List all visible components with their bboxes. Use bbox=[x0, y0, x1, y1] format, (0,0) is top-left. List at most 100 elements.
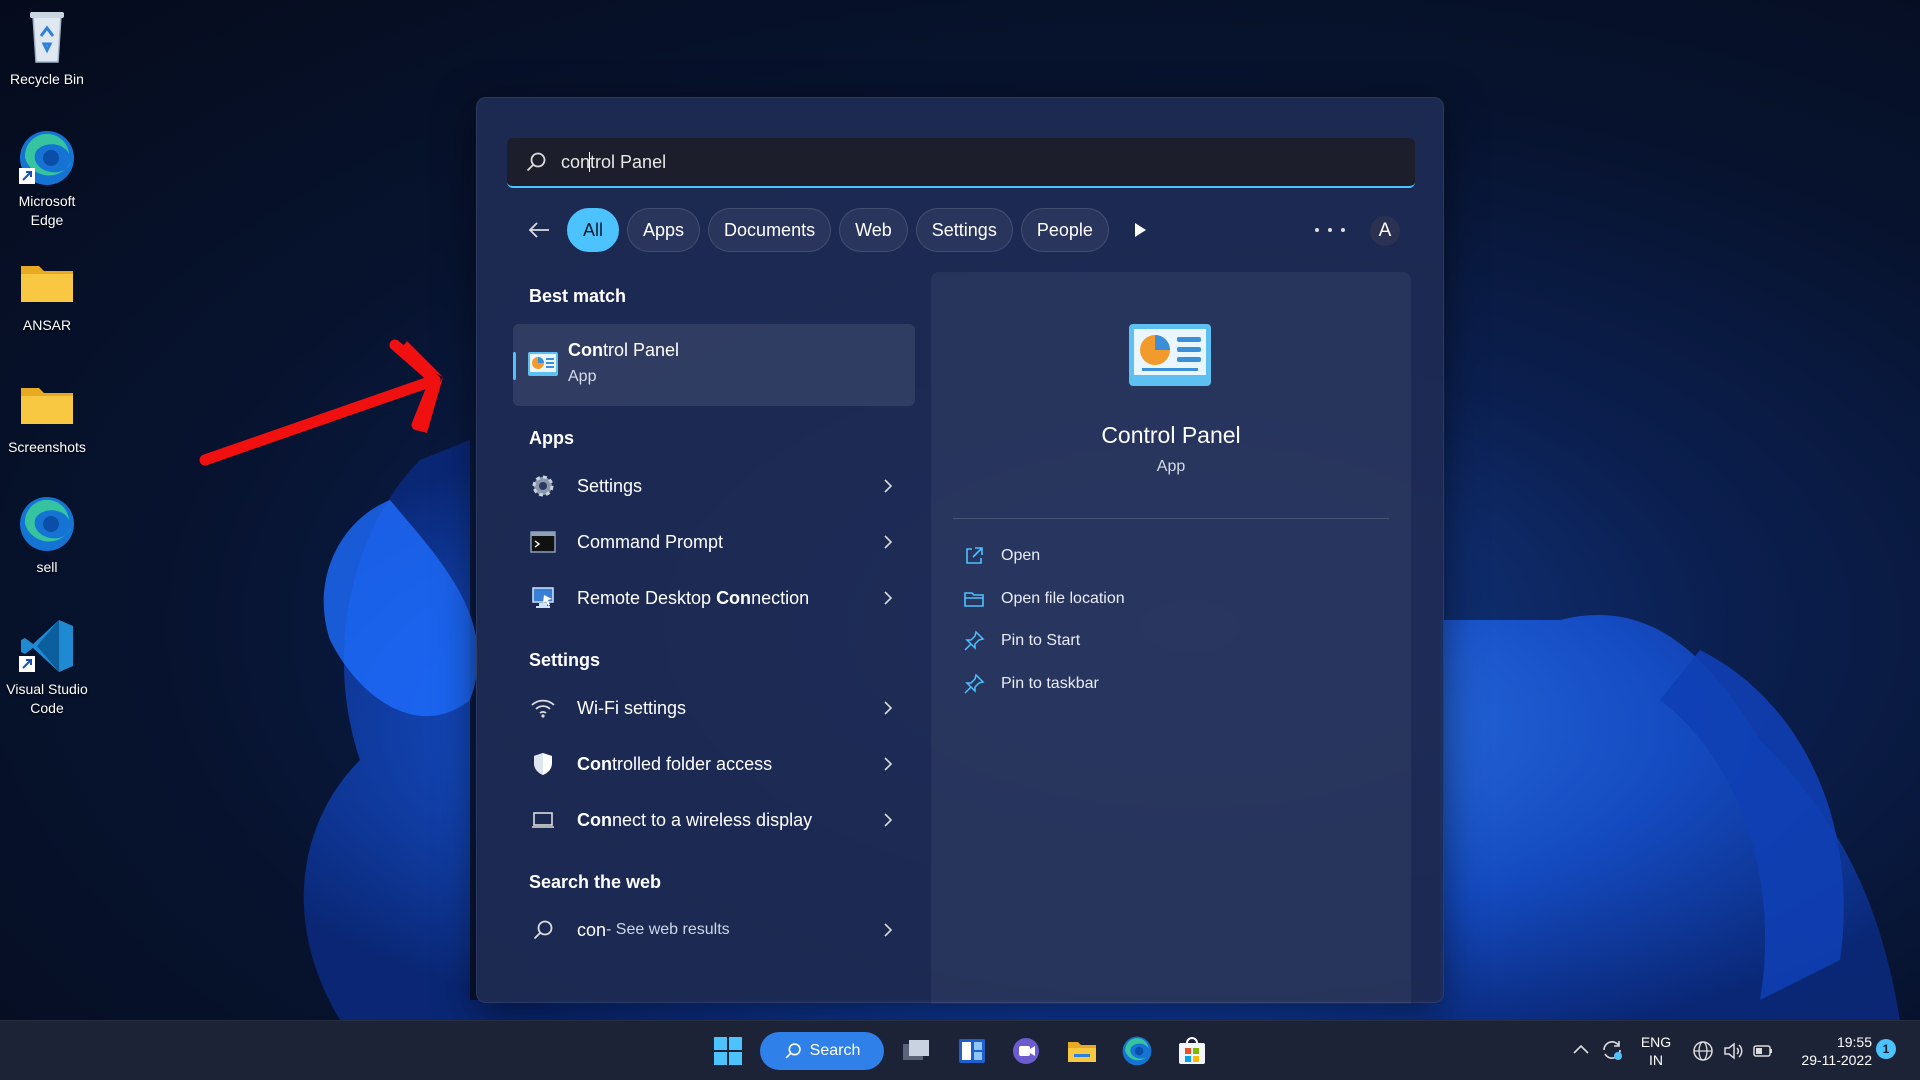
display-icon bbox=[529, 806, 557, 834]
language-code: ENG bbox=[1640, 1034, 1672, 1050]
clock-date: 29-11-2022 bbox=[1801, 1052, 1872, 1068]
region-code: IN bbox=[1649, 1052, 1663, 1068]
filter-chip-web[interactable]: Web bbox=[839, 208, 908, 252]
result-label: Command Prompt bbox=[577, 531, 724, 552]
search-query-start: con bbox=[561, 151, 591, 172]
result-setting-wireless-display[interactable]: Connect to a wireless display bbox=[513, 796, 913, 844]
folder-icon bbox=[17, 252, 77, 312]
action-label: Open bbox=[1001, 547, 1041, 564]
best-match-name: Control Panel bbox=[568, 340, 680, 360]
desktop-icon-label: Microsoft Edge bbox=[18, 193, 76, 228]
preview-subtitle: App bbox=[1156, 458, 1186, 475]
desktop-icon-microsoft-edge[interactable]: Microsoft Edge bbox=[4, 128, 90, 230]
sync-icon[interactable] bbox=[1600, 1038, 1624, 1062]
recycle-bin-icon bbox=[17, 6, 77, 66]
search-icon bbox=[529, 916, 557, 944]
filter-bar: All Apps Documents Web Settings People bbox=[525, 208, 1155, 252]
volume-icon[interactable] bbox=[1722, 1040, 1744, 1062]
taskbar: Search ENG IN 19:55 29-11-2022 bbox=[0, 1020, 1920, 1080]
desktop-icon-label: Recycle Bin bbox=[10, 71, 84, 87]
result-app-settings[interactable]: Settings bbox=[513, 462, 913, 510]
pin-icon bbox=[964, 630, 985, 651]
vscode-icon bbox=[17, 616, 77, 676]
file-explorer-icon[interactable] bbox=[1066, 1035, 1098, 1067]
edge-icon bbox=[17, 128, 77, 188]
desktop-icon-recycle-bin[interactable]: Recycle Bin bbox=[4, 6, 90, 89]
chevron-right-icon bbox=[884, 479, 893, 493]
taskbar-search-button[interactable]: Search bbox=[760, 1032, 884, 1070]
edge-icon bbox=[17, 494, 77, 554]
result-label: Remote Desktop Connection bbox=[577, 587, 810, 608]
section-title-apps: Apps bbox=[529, 428, 574, 448]
action-open[interactable]: Open bbox=[963, 542, 1040, 570]
folder-icon bbox=[17, 374, 77, 434]
chevron-right-icon bbox=[884, 701, 893, 715]
result-label: Settings bbox=[577, 475, 643, 496]
shield-icon bbox=[529, 750, 557, 778]
microsoft-store-icon[interactable] bbox=[1176, 1035, 1208, 1067]
taskbar-search-label: Search bbox=[809, 1042, 861, 1059]
start-button-icon[interactable] bbox=[712, 1035, 744, 1067]
chevron-right-icon bbox=[884, 757, 893, 771]
result-web-search[interactable]: con - See web results bbox=[513, 906, 913, 954]
action-open-file-location[interactable]: Open file location bbox=[963, 585, 1125, 613]
result-label: Wi-Fi settings bbox=[577, 697, 687, 718]
widgets-icon[interactable] bbox=[956, 1035, 988, 1067]
desktop-icon-label: ANSAR bbox=[22, 317, 72, 333]
annotation-arrow-icon bbox=[199, 339, 443, 466]
chat-icon[interactable] bbox=[1010, 1035, 1042, 1067]
result-setting-controlled-folder-access[interactable]: Controlled folder access bbox=[513, 740, 913, 788]
clock[interactable]: 19:55 29-11-2022 bbox=[1788, 1033, 1872, 1069]
chevron-up-icon[interactable] bbox=[1572, 1041, 1590, 1059]
search-icon bbox=[785, 1043, 801, 1059]
remote-desktop-icon bbox=[529, 584, 557, 612]
best-match-control-panel[interactable]: Control Panel App bbox=[513, 324, 915, 406]
filter-chip-people[interactable]: People bbox=[1020, 208, 1109, 252]
preview-title: Control Panel bbox=[1101, 422, 1241, 448]
desktop-icon-label: Visual Studio Code bbox=[6, 681, 88, 716]
gear-icon bbox=[529, 472, 557, 500]
section-title-best-match: Best match bbox=[529, 286, 627, 306]
filter-chip-settings[interactable]: Settings bbox=[915, 208, 1013, 252]
filter-chip-apps[interactable]: Apps bbox=[627, 208, 701, 252]
result-app-remote-desktop[interactable]: Remote Desktop Connection bbox=[513, 574, 913, 622]
account-avatar[interactable]: A bbox=[1370, 216, 1400, 246]
result-app-command-prompt[interactable]: Command Prompt bbox=[513, 518, 913, 566]
more-options-icon[interactable] bbox=[1315, 222, 1345, 238]
input-language[interactable]: ENG IN bbox=[1638, 1033, 1674, 1069]
globe-network-icon[interactable] bbox=[1692, 1040, 1714, 1062]
desktop-icon-screenshots-folder[interactable]: Screenshots bbox=[4, 374, 90, 457]
result-label: Connect to a wireless display bbox=[577, 809, 813, 830]
chevron-right-icon bbox=[884, 813, 893, 827]
open-external-icon bbox=[966, 547, 983, 564]
wifi-icon bbox=[529, 694, 557, 722]
action-label: Pin to taskbar bbox=[1001, 675, 1099, 692]
back-arrow-icon[interactable] bbox=[525, 216, 553, 244]
battery-icon[interactable] bbox=[1752, 1041, 1774, 1061]
chevron-right-icon bbox=[884, 923, 893, 937]
desktop-icon-ansar-folder[interactable]: ANSAR bbox=[4, 252, 90, 335]
action-pin-to-start[interactable]: Pin to Start bbox=[963, 627, 1080, 655]
control-panel-icon bbox=[1129, 324, 1211, 386]
divider bbox=[953, 518, 1389, 519]
desktop-icon-visual-studio-code[interactable]: Visual Studio Code bbox=[4, 616, 90, 718]
search-input[interactable]: con trol Panel bbox=[507, 138, 1415, 188]
search-query-end: trol Panel bbox=[590, 151, 667, 172]
search-panel: con trol Panel All Apps Documents Web Set… bbox=[476, 97, 1444, 1004]
desktop-icon-label: sell bbox=[36, 559, 58, 575]
edge-icon[interactable] bbox=[1121, 1035, 1153, 1067]
folder-outline-icon bbox=[964, 592, 984, 607]
clock-time: 19:55 bbox=[1836, 1034, 1872, 1050]
desktop-icon-label: Screenshots bbox=[8, 439, 86, 455]
desktop-icon-sell[interactable]: sell bbox=[4, 494, 90, 577]
result-setting-wifi[interactable]: Wi-Fi settings bbox=[513, 684, 913, 732]
task-view-icon[interactable] bbox=[900, 1035, 932, 1067]
notification-badge[interactable]: 1 bbox=[1876, 1039, 1896, 1059]
filter-chip-documents[interactable]: Documents bbox=[708, 208, 832, 252]
chevron-right-icon bbox=[884, 591, 893, 605]
best-match-type: App bbox=[568, 368, 597, 385]
terminal-icon bbox=[529, 528, 557, 556]
filter-chip-all[interactable]: All bbox=[567, 208, 620, 252]
play-icon[interactable] bbox=[1125, 215, 1155, 245]
action-pin-to-taskbar[interactable]: Pin to taskbar bbox=[963, 670, 1099, 698]
